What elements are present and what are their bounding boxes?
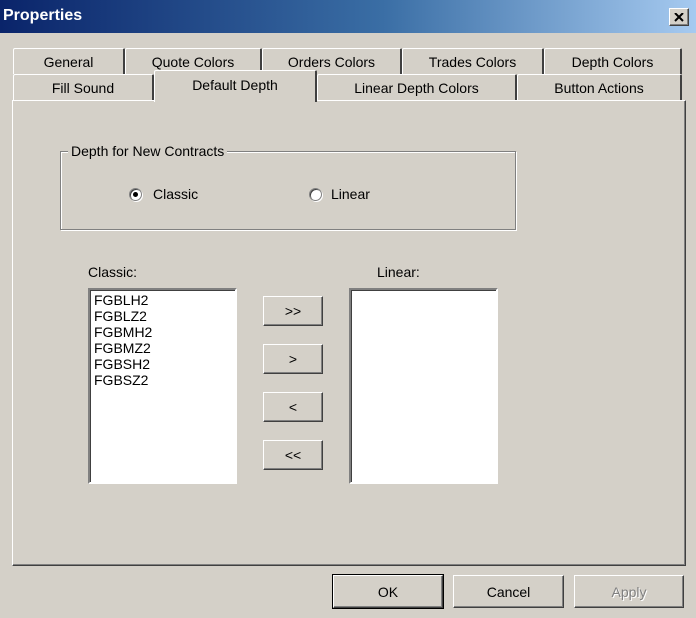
ok-button[interactable]: OK <box>332 574 444 609</box>
window-title: Properties <box>3 7 83 24</box>
tab-linear-depth-colors[interactable]: Linear Depth Colors <box>317 74 517 100</box>
radio-classic-label[interactable]: Classic <box>153 186 198 202</box>
tab-general[interactable]: General <box>13 48 125 74</box>
cancel-button[interactable]: Cancel <box>453 575 564 608</box>
classic-list[interactable]: FGBLH2 FGBLZ2 FGBMH2 FGBMZ2 FGBSH2 FGBSZ… <box>88 288 237 484</box>
apply-label: Apply <box>611 583 647 600</box>
move-right-label: > <box>288 351 298 367</box>
list-item[interactable]: FGBMZ2 <box>94 340 231 356</box>
radio-selected-dot <box>133 192 138 197</box>
list-item[interactable]: FGBSH2 <box>94 356 231 372</box>
group-label: Depth for New Contracts <box>68 143 228 159</box>
list-item[interactable]: FGBMH2 <box>94 324 231 340</box>
close-button[interactable] <box>669 8 689 26</box>
tab-fill-sound[interactable]: Fill Sound <box>13 74 154 100</box>
ok-label: OK <box>377 583 399 600</box>
tab-button-actions[interactable]: Button Actions <box>517 74 682 100</box>
move-right-button[interactable]: > <box>263 344 323 374</box>
move-left-label: < <box>288 399 298 415</box>
linear-list[interactable] <box>349 288 498 484</box>
linear-list-label: Linear: <box>377 264 420 280</box>
radio-linear[interactable] <box>309 188 322 201</box>
close-icon <box>674 12 684 22</box>
move-left-button[interactable]: < <box>263 392 323 422</box>
list-item[interactable]: FGBSZ2 <box>94 372 231 388</box>
list-item[interactable]: FGBLH2 <box>94 292 231 308</box>
tab-default-depth[interactable]: Default Depth <box>154 70 317 102</box>
list-item[interactable]: FGBLZ2 <box>94 308 231 324</box>
tab-trades-colors[interactable]: Trades Colors <box>402 48 544 74</box>
move-all-left-button[interactable]: << <box>263 440 323 470</box>
depth-group-box <box>60 151 516 230</box>
title-bar[interactable]: Properties <box>0 0 696 33</box>
radio-classic[interactable] <box>129 188 142 201</box>
move-all-right-button[interactable]: >> <box>263 296 323 326</box>
tab-depth-colors[interactable]: Depth Colors <box>544 48 682 74</box>
move-all-left-label: << <box>284 447 302 463</box>
radio-linear-label[interactable]: Linear <box>331 186 370 202</box>
apply-button[interactable]: Apply <box>574 575 684 608</box>
classic-list-label: Classic: <box>88 264 138 280</box>
cancel-label: Cancel <box>486 583 531 600</box>
move-all-right-label: >> <box>284 303 302 319</box>
